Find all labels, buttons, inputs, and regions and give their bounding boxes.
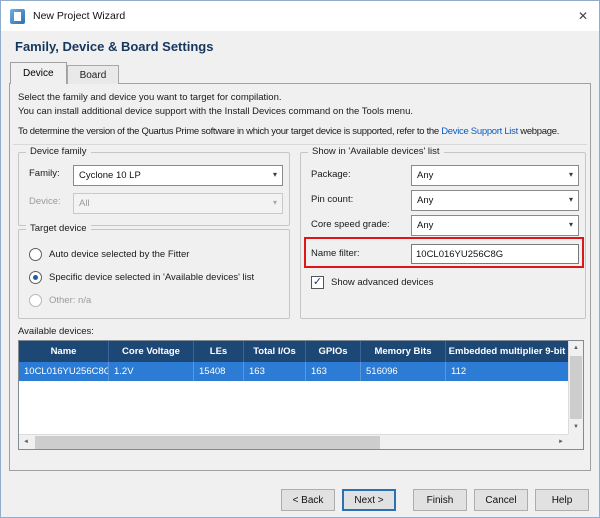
page-title: Family, Device & Board Settings bbox=[15, 39, 213, 54]
cancel-button[interactable]: Cancel bbox=[474, 489, 528, 511]
specific-device-radio[interactable] bbox=[29, 271, 42, 284]
device-support-list-link[interactable]: Device Support List bbox=[441, 126, 518, 137]
specific-device-radio-label: Specific device selected in 'Available d… bbox=[49, 272, 254, 283]
new-project-wizard-window: New Project Wizard ✕ Family, Device & Bo… bbox=[0, 0, 600, 518]
back-button[interactable]: < Back bbox=[281, 489, 335, 511]
next-button[interactable]: Next > bbox=[342, 489, 396, 511]
pin-count-label: Pin count: bbox=[311, 194, 353, 205]
tab-bar: Device Board bbox=[10, 62, 119, 84]
column-header-les[interactable]: LEs bbox=[194, 341, 244, 362]
cell-gpios: 163 bbox=[306, 362, 361, 381]
other-radio bbox=[29, 294, 42, 307]
horizontal-scrollbar-thumb[interactable] bbox=[35, 436, 380, 449]
column-header-total-ios[interactable]: Total I/Os bbox=[244, 341, 306, 362]
horizontal-scrollbar[interactable]: ◄ ► bbox=[19, 434, 568, 449]
auto-device-radio[interactable] bbox=[29, 248, 42, 261]
name-filter-input[interactable] bbox=[411, 244, 579, 264]
cell-embedded-multiplier: 112 bbox=[446, 362, 568, 381]
other-radio-label: Other: n/a bbox=[49, 295, 91, 306]
dropdown-icon: ▾ bbox=[273, 198, 277, 207]
show-advanced-checkbox-label: Show advanced devices bbox=[331, 277, 433, 288]
column-header-memory-bits[interactable]: Memory Bits bbox=[361, 341, 446, 362]
dropdown-icon: ▾ bbox=[569, 220, 573, 229]
cell-les: 15408 bbox=[194, 362, 244, 381]
tab-board[interactable]: Board bbox=[67, 65, 120, 84]
scroll-up-icon[interactable]: ▲ bbox=[573, 345, 579, 351]
finish-button[interactable]: Finish bbox=[413, 489, 467, 511]
cell-total-ios: 163 bbox=[244, 362, 306, 381]
tab-device[interactable]: Device bbox=[10, 62, 67, 84]
intro-line-1: Select the family and device you want to… bbox=[18, 92, 282, 103]
dropdown-icon: ▾ bbox=[569, 170, 573, 179]
help-button[interactable]: Help bbox=[535, 489, 589, 511]
titlebar: New Project Wizard ✕ bbox=[1, 1, 599, 31]
device-tab-panel: Select the family and device you want to… bbox=[9, 83, 591, 471]
core-speed-grade-select-value: Any bbox=[417, 220, 433, 231]
wizard-footer: < Back Next > Finish Cancel Help bbox=[274, 489, 589, 511]
device-label: Device: bbox=[29, 196, 61, 207]
auto-device-radio-label: Auto device selected by the Fitter bbox=[49, 249, 189, 260]
show-filters-group: Show in 'Available devices' list Package… bbox=[300, 152, 586, 319]
available-devices-table: Name Core Voltage LEs Total I/Os GPIOs M… bbox=[18, 340, 584, 450]
core-speed-grade-label: Core speed grade: bbox=[311, 219, 390, 230]
dropdown-icon: ▾ bbox=[569, 195, 573, 204]
scroll-down-icon[interactable]: ▼ bbox=[573, 424, 579, 430]
scrollbar-corner bbox=[568, 434, 583, 449]
target-device-group-title: Target device bbox=[26, 223, 91, 234]
vertical-scrollbar-thumb[interactable] bbox=[570, 356, 582, 419]
table-header-row: Name Core Voltage LEs Total I/Os GPIOs M… bbox=[19, 341, 568, 362]
family-select-value: Cyclone 10 LP bbox=[79, 170, 141, 181]
name-filter-label: Name filter: bbox=[311, 248, 360, 259]
cell-core-voltage: 1.2V bbox=[109, 362, 194, 381]
device-family-group-title: Device family bbox=[26, 146, 91, 157]
show-filters-group-title: Show in 'Available devices' list bbox=[308, 146, 444, 157]
table-row-selected[interactable]: 10CL016YU256C8G 1.2V 15408 163 163 51609… bbox=[19, 362, 568, 381]
pin-count-select[interactable]: Any ▾ bbox=[411, 190, 579, 211]
section-divider bbox=[13, 144, 587, 145]
package-label: Package: bbox=[311, 169, 351, 180]
column-header-embedded-multiplier[interactable]: Embedded multiplier 9-bit bbox=[446, 341, 568, 362]
intro-line-3-prefix: To determine the version of the Quartus … bbox=[18, 126, 441, 137]
intro-line-3-suffix: webpage. bbox=[518, 126, 559, 137]
cell-memory-bits: 516096 bbox=[361, 362, 446, 381]
intro-line-2: You can install additional device suppor… bbox=[18, 106, 413, 117]
core-speed-grade-select[interactable]: Any ▾ bbox=[411, 215, 579, 236]
family-select[interactable]: Cyclone 10 LP ▾ bbox=[73, 165, 283, 186]
dropdown-icon: ▾ bbox=[273, 170, 277, 179]
device-family-group: Device family Family: Cyclone 10 LP ▾ De… bbox=[18, 152, 290, 226]
cell-name: 10CL016YU256C8G bbox=[19, 362, 109, 381]
package-select[interactable]: Any ▾ bbox=[411, 165, 579, 186]
package-select-value: Any bbox=[417, 170, 433, 181]
available-devices-label: Available devices: bbox=[18, 326, 94, 337]
pin-count-select-value: Any bbox=[417, 195, 433, 206]
family-label: Family: bbox=[29, 168, 60, 179]
vertical-scrollbar[interactable]: ▲ ▼ bbox=[568, 341, 583, 434]
target-device-group: Target device Auto device selected by th… bbox=[18, 229, 290, 319]
show-advanced-checkbox[interactable]: ✓ bbox=[311, 276, 324, 289]
app-icon bbox=[10, 9, 25, 24]
column-header-gpios[interactable]: GPIOs bbox=[306, 341, 361, 362]
column-header-core-voltage[interactable]: Core Voltage bbox=[109, 341, 194, 362]
device-select: All ▾ bbox=[73, 193, 283, 214]
close-icon[interactable]: ✕ bbox=[567, 1, 599, 31]
scroll-left-icon[interactable]: ◄ bbox=[23, 439, 29, 445]
intro-line-3: To determine the version of the Quartus … bbox=[18, 126, 559, 137]
column-header-name[interactable]: Name bbox=[19, 341, 109, 362]
device-select-value: All bbox=[79, 198, 90, 209]
scroll-right-icon[interactable]: ► bbox=[558, 439, 564, 445]
window-title: New Project Wizard bbox=[33, 10, 125, 22]
